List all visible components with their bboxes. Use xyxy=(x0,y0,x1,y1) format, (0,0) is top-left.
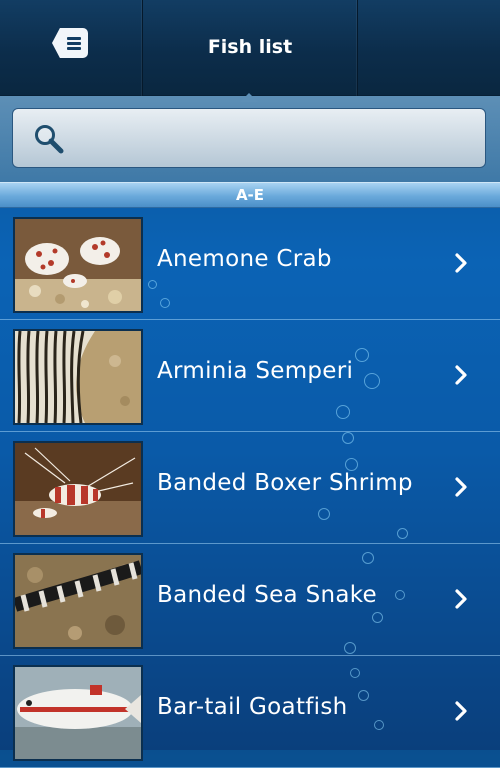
fish-name: Bar-tail Goatfish xyxy=(157,694,348,720)
nav-title-cell: Fish list xyxy=(143,0,358,96)
menu-button[interactable] xyxy=(52,28,88,58)
chevron-right-icon xyxy=(455,477,467,497)
list-item[interactable]: Arminia Semperi xyxy=(0,320,500,432)
fish-thumbnail xyxy=(13,329,143,425)
fish-thumbnail xyxy=(13,441,143,537)
nav-right-cell xyxy=(358,0,500,96)
fish-name: Arminia Semperi xyxy=(157,358,354,384)
search-input[interactable] xyxy=(12,108,486,168)
chevron-right-icon xyxy=(455,253,467,273)
page-title: Fish list xyxy=(207,36,293,58)
search-icon xyxy=(35,125,64,154)
fish-thumbnail xyxy=(13,553,143,649)
navigation-bar: Fish list xyxy=(0,0,500,96)
fish-thumbnail xyxy=(13,665,143,761)
fish-name: Banded Boxer Shrimp xyxy=(157,470,413,496)
chevron-right-icon xyxy=(455,589,467,609)
nav-left-cell xyxy=(0,0,143,96)
fish-list: Anemone Crab Arminia Semperi Banded Boxe… xyxy=(0,208,500,768)
title-indicator-notch xyxy=(240,93,258,102)
chevron-right-icon xyxy=(455,701,467,721)
list-item[interactable]: Anemone Crab xyxy=(0,208,500,320)
chevron-right-icon xyxy=(455,365,467,385)
list-item[interactable]: Banded Boxer Shrimp xyxy=(0,432,500,544)
fish-name: Anemone Crab xyxy=(157,246,332,272)
search-bar xyxy=(0,96,500,182)
menu-icon xyxy=(67,36,81,50)
list-item[interactable]: Bar-tail Goatfish xyxy=(0,656,500,768)
fish-name: Banded Sea Snake xyxy=(157,582,377,608)
section-header: A-E xyxy=(0,182,500,208)
fish-thumbnail xyxy=(13,217,143,313)
list-item[interactable]: Banded Sea Snake xyxy=(0,544,500,656)
